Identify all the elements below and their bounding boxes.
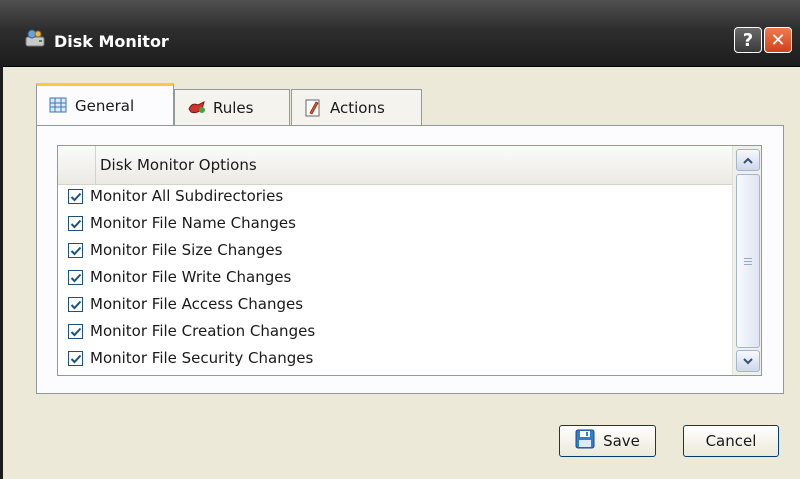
- header-gutter: [58, 146, 96, 184]
- list-item: Monitor File Security Changes: [58, 346, 732, 373]
- list-item: Monitor File Write Changes: [58, 265, 732, 292]
- cancel-button[interactable]: Cancel: [683, 425, 779, 457]
- monitor-file-security-changes-checkbox[interactable]: [68, 351, 83, 366]
- floppy-disk-icon: [575, 429, 595, 453]
- cancel-button-label: Cancel: [705, 432, 757, 450]
- list-item: Monitor File Size Changes: [58, 238, 732, 265]
- tab-general-label: General: [75, 97, 135, 115]
- tab-actions[interactable]: Actions: [291, 89, 422, 125]
- option-label: Monitor File Security Changes: [90, 349, 314, 367]
- save-button-label: Save: [603, 432, 640, 450]
- scroll-up-button[interactable]: [736, 149, 760, 171]
- checkmark-icon: [70, 246, 82, 256]
- option-label: Monitor All Subdirectories: [90, 187, 284, 205]
- checkmark-icon: [70, 354, 82, 364]
- disk-monitor-dialog: Disk Monitor ? ✕ Rules Actions General D…: [0, 0, 800, 479]
- actions-icon: [304, 99, 322, 117]
- scroll-down-button[interactable]: [736, 350, 760, 372]
- monitor-file-size-changes-checkbox[interactable]: [68, 243, 83, 258]
- checkmark-icon: [70, 273, 82, 283]
- option-label: Monitor File Write Changes: [90, 268, 292, 286]
- monitor-file-name-changes-checkbox[interactable]: [68, 216, 83, 231]
- checkmark-icon: [70, 327, 82, 337]
- window-border: [0, 66, 3, 479]
- option-rows: Monitor All Subdirectories Monitor File …: [58, 184, 732, 373]
- checkmark-icon: [70, 300, 82, 310]
- option-label: Monitor File Size Changes: [90, 241, 283, 259]
- monitor-file-access-changes-checkbox[interactable]: [68, 297, 83, 312]
- disk-monitor-app-icon: [24, 28, 46, 48]
- list-item: Monitor File Access Changes: [58, 292, 732, 319]
- list-header[interactable]: Disk Monitor Options: [58, 146, 732, 185]
- monitor-file-write-changes-checkbox[interactable]: [68, 270, 83, 285]
- scroll-thumb[interactable]: [736, 174, 760, 348]
- list-item: Monitor All Subdirectories: [58, 184, 732, 211]
- monitor-all-subdirectories-checkbox[interactable]: [68, 189, 83, 204]
- tab-rules-label: Rules: [213, 98, 254, 117]
- vertical-scrollbar[interactable]: [732, 146, 761, 375]
- monitor-file-creation-changes-checkbox[interactable]: [68, 324, 83, 339]
- option-label: Monitor File Creation Changes: [90, 322, 316, 340]
- chevron-down-icon: [743, 357, 753, 364]
- option-label: Monitor File Access Changes: [90, 295, 304, 313]
- options-list[interactable]: Disk Monitor Options Monitor All Subdire…: [57, 145, 762, 376]
- list-item: Monitor File Creation Changes: [58, 319, 732, 346]
- tab-general[interactable]: General: [36, 83, 174, 126]
- help-button[interactable]: ?: [734, 27, 762, 53]
- tab-actions-label: Actions: [330, 98, 385, 117]
- grip-icon: [744, 257, 752, 265]
- list-header-label: Disk Monitor Options: [100, 156, 257, 174]
- tab-rules[interactable]: Rules: [174, 89, 290, 125]
- list-item: Monitor File Name Changes: [58, 211, 732, 238]
- grid-icon: [49, 97, 67, 115]
- chevron-up-icon: [743, 157, 753, 164]
- close-button[interactable]: ✕: [764, 27, 792, 53]
- close-icon: ✕: [770, 29, 786, 51]
- save-button[interactable]: Save: [559, 425, 656, 457]
- checkmark-icon: [70, 192, 82, 202]
- help-icon: ?: [742, 29, 754, 51]
- window-title: Disk Monitor: [54, 32, 169, 51]
- title-bar[interactable]: Disk Monitor ? ✕: [0, 0, 800, 67]
- option-label: Monitor File Name Changes: [90, 214, 296, 232]
- rules-icon: [187, 99, 205, 117]
- checkmark-icon: [70, 219, 82, 229]
